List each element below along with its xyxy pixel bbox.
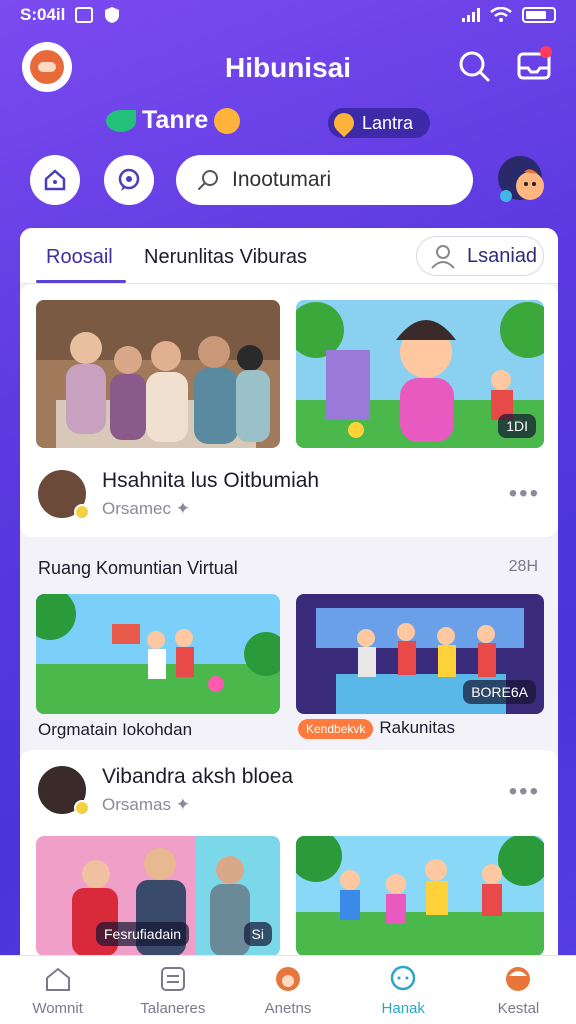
chat-icon: [390, 965, 416, 990]
family-count-badge: Si: [243, 922, 272, 946]
search-icon: [198, 170, 218, 190]
status-time: S:04il: [20, 5, 66, 24]
community-caption-2-text: Rakunitas: [379, 718, 455, 737]
location-chip-label: Lantra: [362, 112, 414, 133]
app-header: Hibunisai: [0, 38, 576, 98]
family-photo-image: [36, 300, 280, 448]
nav-item-kestal[interactable]: Kestal: [461, 956, 576, 1024]
chat-button[interactable]: [104, 155, 154, 205]
gallery-icon: [75, 7, 94, 23]
community-tag: Kendbekvk: [298, 719, 374, 739]
family-photo[interactable]: [36, 300, 280, 448]
search-icon: [459, 51, 490, 82]
cartoon-thumbnail[interactable]: 1DI: [296, 300, 544, 448]
kids-image: [296, 836, 544, 956]
video-badge: 1DI: [498, 414, 536, 438]
search-input[interactable]: [232, 168, 452, 192]
nav-label: Womnit: [32, 999, 83, 1017]
nav-label: Anetns: [264, 999, 312, 1017]
author-subtitle: Orsamas ✦: [102, 795, 293, 815]
section-meta: 28H: [508, 558, 538, 575]
verified-icon: [74, 800, 90, 816]
home-icon: [45, 967, 70, 991]
family-badge: Fesrufiadain: [96, 922, 190, 946]
nav-item-womnit[interactable]: Womnit: [0, 956, 115, 1024]
tab-roosail[interactable]: Roosail: [46, 246, 113, 269]
leaf-icon: [106, 109, 136, 132]
nav-item-anetns[interactable]: Anetns: [230, 956, 345, 1024]
author-sub-text: Orsamas: [102, 795, 171, 814]
verified-icon: [74, 504, 90, 520]
family-thumbnail-2[interactable]: Fesrufiadain Si: [36, 836, 280, 956]
chips-row: Tanre Lantra: [0, 106, 576, 140]
nav-item-hanak[interactable]: Hanak: [346, 956, 461, 1024]
signal-icon: [462, 8, 480, 22]
community-thumbnail-2[interactable]: BORE6A: [296, 594, 544, 714]
section-title: Ruang Komuntian Virtual: [38, 558, 238, 578]
post-author[interactable]: Hsahnita lus Oitbumiah Orsamec ✦: [36, 468, 319, 520]
wifi-icon: [490, 7, 512, 22]
mascot-icon[interactable]: [494, 152, 552, 210]
community-caption-2: Kendbekvk Rakunitas: [298, 718, 455, 739]
author-avatar[interactable]: [36, 764, 90, 816]
search-bar[interactable]: [176, 155, 473, 205]
bottom-nav: Womnit Talaneres Anetns Hanak Kestal: [0, 955, 576, 1024]
shield-icon: [105, 7, 120, 23]
orb-icon: [214, 107, 241, 134]
tab-bar: Roosail Nerunlitas Viburas Lsaniad: [20, 228, 558, 284]
user-action-button[interactable]: Lsaniad: [416, 236, 544, 276]
user-action-label: Lsaniad: [467, 244, 538, 267]
home-icon: [44, 169, 66, 191]
author-avatar[interactable]: [36, 468, 90, 520]
search-button[interactable]: [454, 46, 494, 86]
battery-icon: [522, 7, 556, 23]
post-card[interactable]: 1DI Hsahnita lus Oitbumiah Orsamec ✦ •••: [20, 284, 558, 537]
nav-label: Talaneres: [140, 999, 206, 1017]
notification-dot: [540, 46, 552, 58]
profile-avatar[interactable]: [22, 42, 72, 92]
community-caption-1: Orgmatain Iokohdan: [38, 720, 193, 739]
avatar-icon: [506, 966, 531, 991]
tab-nerunlitas[interactable]: Nerunlitas Viburas: [144, 246, 307, 269]
more-options-icon[interactable]: •••: [509, 480, 540, 508]
more-options-icon[interactable]: •••: [509, 778, 540, 806]
paw-icon: ✦: [175, 499, 190, 518]
author-subtitle: Orsamec ✦: [102, 499, 319, 519]
calendar-icon: [160, 966, 185, 991]
brand-chip-label: Tanre: [142, 106, 209, 134]
tab-underline: [36, 280, 126, 283]
home-button[interactable]: [30, 155, 80, 205]
location-chip[interactable]: Lantra: [328, 108, 430, 138]
author-sub-text: Orsamec: [102, 499, 171, 518]
nav-label: Kestal: [497, 999, 540, 1017]
avatar-face-icon: [30, 50, 64, 84]
feed-panel: Roosail Nerunlitas Viburas Lsaniad 1DI H…: [20, 228, 558, 1024]
community-badge: BORE6A: [463, 680, 536, 704]
nav-label: Hanak: [381, 999, 425, 1017]
author-name: Hsahnita lus Oitbumiah: [102, 469, 320, 492]
user-icon: [431, 245, 455, 269]
nav-item-talaneres[interactable]: Talaneres: [115, 956, 230, 1024]
author-name: Vibandra aksh bloea: [102, 765, 294, 788]
status-bar: S:04il: [0, 0, 576, 30]
location-pin-icon: [329, 108, 359, 138]
kids-thumbnail[interactable]: [296, 836, 544, 956]
community-thumbnail-1[interactable]: [36, 594, 280, 714]
brand-chip[interactable]: Tanre: [106, 106, 241, 135]
community-image-1: [36, 594, 280, 714]
paw-icon: ✦: [175, 795, 190, 814]
character-icon: [276, 966, 300, 991]
app-title: Hibunisai: [224, 52, 351, 83]
post-author[interactable]: Vibandra aksh bloea Orsamas ✦: [36, 764, 293, 816]
notifications-button[interactable]: [514, 46, 554, 86]
chat-bubble-icon: [118, 168, 140, 191]
